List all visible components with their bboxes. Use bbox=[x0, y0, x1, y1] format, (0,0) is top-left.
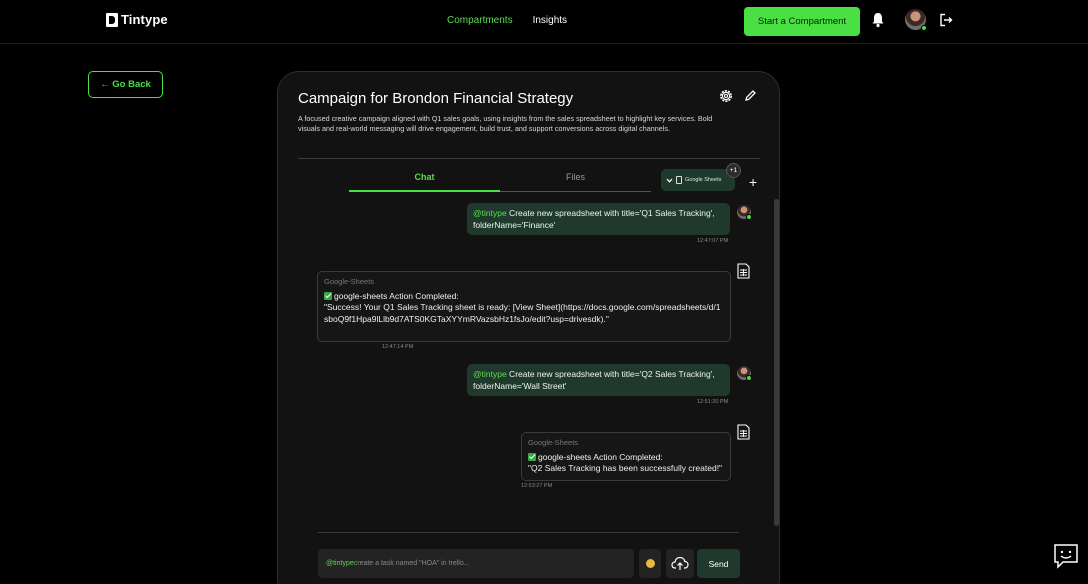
chevron-down-icon bbox=[666, 178, 673, 183]
message-timestamp: 12:53:27 PM bbox=[521, 483, 553, 489]
message-text: Create new spreadsheet with title='Q1 Sa… bbox=[473, 208, 715, 230]
feedback-chat-icon[interactable] bbox=[1053, 543, 1079, 569]
google-sheets-icon bbox=[676, 176, 682, 184]
nav-insights[interactable]: Insights bbox=[533, 15, 567, 26]
message-text: Create new spreadsheet with title='Q2 Sa… bbox=[473, 369, 715, 391]
composer-mention: @tintype bbox=[326, 560, 354, 567]
go-back-button[interactable]: ← Go Back bbox=[88, 71, 163, 98]
integration-label: Google Sheets bbox=[685, 177, 722, 183]
bot-status-text: google-sheets Action Completed: bbox=[538, 451, 663, 462]
online-status-dot bbox=[746, 214, 752, 220]
emoji-icon bbox=[645, 559, 655, 568]
compartment-panel: Campaign for Brondon Financial Strategy … bbox=[277, 71, 780, 584]
emoji-button[interactable] bbox=[639, 549, 661, 578]
spreadsheet-file-icon bbox=[737, 263, 750, 279]
bot-source-label: Google-Sheets bbox=[528, 438, 579, 447]
message-mention: @tintype bbox=[473, 369, 507, 379]
top-navbar: Tintype Compartments Insights Start a Co… bbox=[0, 0, 1088, 44]
message-timestamp: 12:47:14 PM bbox=[382, 344, 414, 350]
header-divider bbox=[298, 158, 760, 159]
tab-files[interactable]: Files bbox=[500, 168, 651, 192]
send-button[interactable]: Send bbox=[697, 549, 740, 578]
user-message: @tintype Create new spreadsheet with tit… bbox=[467, 364, 730, 396]
composer-placeholder: create a task named "HOA" in trello... bbox=[353, 560, 470, 567]
compartment-title: Campaign for Brondon Financial Strategy bbox=[298, 90, 574, 107]
integration-selector[interactable]: Google Sheets bbox=[661, 169, 735, 191]
online-status-dot bbox=[746, 375, 752, 381]
online-status-dot bbox=[921, 25, 927, 31]
user-message: @tintype Create new spreadsheet with tit… bbox=[467, 203, 730, 235]
add-integration-button[interactable]: + bbox=[749, 175, 757, 189]
chat-files-tabs: Chat Files bbox=[349, 168, 651, 192]
check-icon bbox=[528, 452, 536, 461]
brand-logo[interactable]: Tintype bbox=[106, 12, 168, 27]
bell-icon[interactable] bbox=[871, 12, 885, 28]
integration-count-badge: +1 bbox=[726, 163, 741, 178]
message-avatar bbox=[737, 366, 752, 381]
message-input[interactable]: @tintype create a task named "HOA" in tr… bbox=[318, 549, 634, 578]
user-avatar[interactable] bbox=[905, 9, 927, 31]
main-nav: Compartments Insights bbox=[447, 15, 567, 26]
tintype-logo-icon bbox=[106, 12, 118, 27]
bot-status-text: google-sheets Action Completed: bbox=[334, 290, 459, 301]
spreadsheet-file-icon bbox=[737, 424, 750, 440]
pencil-icon[interactable] bbox=[744, 89, 757, 102]
gear-icon[interactable] bbox=[718, 88, 734, 104]
bot-status-line: google-sheets Action Completed: bbox=[528, 452, 724, 464]
bot-message: Google-Sheets google-sheets Action Compl… bbox=[521, 432, 731, 481]
compartment-description: A focused creative campaign aligned with… bbox=[298, 114, 713, 133]
tab-chat[interactable]: Chat bbox=[349, 168, 500, 192]
message-timestamp: 12:51:20 PM bbox=[697, 399, 729, 405]
message-timestamp: 12:47:07 PM bbox=[697, 238, 729, 244]
message-avatar bbox=[737, 205, 752, 220]
chat-scrollbar[interactable] bbox=[774, 199, 779, 526]
start-compartment-button[interactable]: Start a Compartment bbox=[744, 7, 860, 36]
bot-source-label: Google-Sheets bbox=[324, 277, 375, 286]
check-icon bbox=[324, 291, 332, 300]
composer-divider bbox=[318, 532, 739, 533]
nav-compartments[interactable]: Compartments bbox=[447, 15, 513, 26]
upload-button[interactable] bbox=[666, 549, 694, 578]
message-mention: @tintype bbox=[473, 208, 507, 218]
bot-message: Google-Sheets google-sheets Action Compl… bbox=[317, 271, 731, 342]
bot-result-text[interactable]: "Success! Your Q1 Sales Tracking sheet i… bbox=[324, 302, 724, 325]
cloud-upload-icon bbox=[671, 556, 689, 570]
logout-icon[interactable] bbox=[939, 13, 953, 27]
brand-name: Tintype bbox=[121, 12, 168, 27]
bot-result-text: "Q2 Sales Tracking has been successfully… bbox=[528, 463, 723, 473]
bot-status-line: google-sheets Action Completed: bbox=[324, 291, 724, 303]
